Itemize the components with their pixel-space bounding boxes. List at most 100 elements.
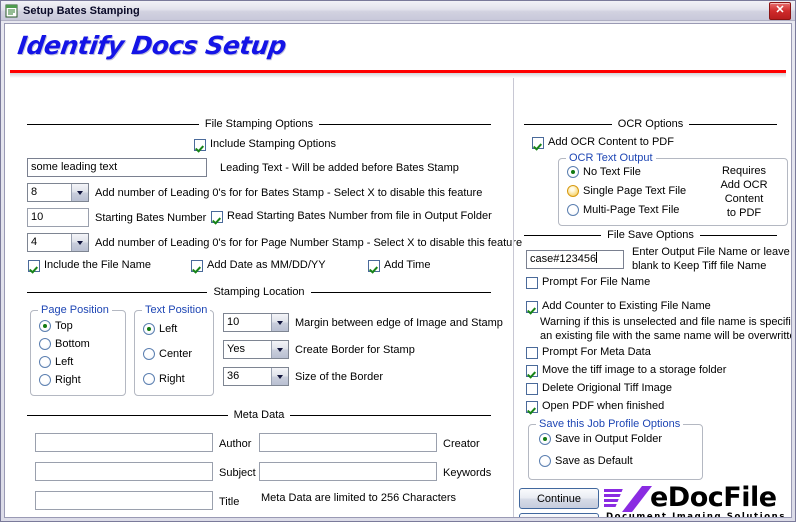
section-label: OCR Options [612, 118, 689, 130]
border-size-label: Size of the Border [295, 371, 383, 384]
include-file-name-row[interactable]: Include the File Name [28, 259, 151, 272]
radio-icon[interactable] [143, 348, 155, 360]
delete-tiff-row[interactable]: Delete Origional Tiff Image [526, 382, 672, 395]
radio-label: Right [159, 373, 185, 385]
section-label: File Save Options [601, 229, 700, 241]
margin-label: Margin between edge of Image and Stamp [295, 317, 503, 330]
read-starting-bates-label: Read Starting Bates Number from file in … [227, 210, 492, 223]
radio-icon[interactable] [39, 374, 51, 386]
add-ocr-content-checkbox[interactable] [532, 137, 544, 149]
radio-icon[interactable] [539, 433, 551, 445]
page-position-option-top[interactable]: Top [39, 320, 73, 332]
text-position-option-right[interactable]: Right [143, 373, 185, 385]
page-position-option-right[interactable]: Right [39, 374, 81, 386]
section-label: Meta Data [228, 409, 291, 421]
prompt-for-meta-data-label: Prompt For Meta Data [542, 346, 651, 359]
close-icon[interactable]: ✕ [769, 2, 791, 20]
add-time-row[interactable]: Add Time [368, 259, 430, 272]
job-profile-option-output-folder[interactable]: Save in Output Folder [539, 433, 662, 445]
chevron-down-icon[interactable] [71, 234, 88, 251]
text-position-option-left[interactable]: Left [143, 323, 177, 335]
read-starting-bates-checkbox[interactable] [211, 211, 223, 223]
page-title: Identify Docs Setup [16, 31, 288, 60]
rule-left [524, 124, 612, 125]
text-position-title: Text Position [142, 304, 210, 316]
include-stamping-options-checkbox[interactable] [194, 139, 206, 151]
subject-label: Subject [219, 467, 256, 480]
margin-select[interactable]: 10 [223, 313, 289, 332]
radio-icon[interactable] [567, 204, 579, 216]
radio-label: Right [55, 374, 81, 386]
ocr-output-option-single-page[interactable]: Single Page Text File [567, 185, 686, 197]
add-date-row[interactable]: Add Date as MM/DD/YY [191, 259, 326, 272]
ocr-output-option-no-text-file[interactable]: No Text File [567, 166, 641, 178]
section-ocr-options: OCR Options [524, 118, 777, 130]
ocr-note-line-1: Requires [704, 164, 784, 178]
add-date-checkbox[interactable] [191, 260, 203, 272]
radio-icon[interactable] [567, 185, 579, 197]
prompt-for-meta-data-row[interactable]: Prompt For Meta Data [526, 346, 651, 359]
prompt-for-meta-data-checkbox[interactable] [526, 347, 538, 359]
continue-button[interactable]: Continue [519, 488, 599, 509]
ocr-output-option-multi-page[interactable]: Multi-Page Text File [567, 204, 679, 216]
creator-input[interactable] [259, 433, 437, 452]
rule-right [311, 292, 491, 293]
leading-text-input[interactable]: some leading text [27, 158, 207, 177]
border-size-select[interactable]: 36 [223, 367, 289, 386]
page-position-option-left[interactable]: Left [39, 356, 73, 368]
job-profile-option-default[interactable]: Save as Default [539, 455, 633, 467]
keywords-input[interactable] [259, 462, 437, 481]
open-pdf-checkbox[interactable] [526, 401, 538, 413]
author-input[interactable] [35, 433, 213, 452]
radio-icon[interactable] [539, 455, 551, 467]
chevron-down-icon[interactable] [271, 314, 288, 331]
client-area: Identify Docs Setup File Stamping Option… [4, 23, 792, 518]
include-file-name-label: Include the File Name [44, 259, 151, 272]
chevron-down-icon[interactable] [271, 341, 288, 358]
bates-leading-zeros-select[interactable]: 8 [27, 183, 89, 202]
move-tiff-label: Move the tiff image to a storage folder [542, 364, 726, 377]
radio-icon[interactable] [39, 338, 51, 350]
add-counter-checkbox[interactable] [526, 301, 538, 313]
prompt-for-file-name-row[interactable]: Prompt For File Name [526, 276, 650, 289]
page-leading-zeros-select[interactable]: 4 [27, 233, 89, 252]
radio-label: Save in Output Folder [555, 433, 662, 445]
prompt-for-file-name-checkbox[interactable] [526, 277, 538, 289]
radio-icon[interactable] [39, 356, 51, 368]
read-starting-bates-row[interactable]: Read Starting Bates Number from file in … [211, 210, 492, 223]
section-file-save-options: File Save Options [524, 229, 777, 241]
radio-label: Top [55, 320, 73, 332]
add-time-checkbox[interactable] [368, 260, 380, 272]
edocfile-logo-name: eDocFile [650, 484, 786, 511]
radio-icon[interactable] [143, 373, 155, 385]
section-file-stamping-options: File Stamping Options [27, 118, 491, 130]
radio-icon[interactable] [143, 323, 155, 335]
radio-label: Left [55, 356, 73, 368]
delete-tiff-label: Delete Origional Tiff Image [542, 382, 672, 395]
subject-input[interactable] [35, 462, 213, 481]
edocfile-logo-tagline: Document Imaging Solutions [606, 512, 786, 518]
output-file-name-label-2: blank to Keep Tiff file Name [632, 260, 766, 273]
radio-icon[interactable] [567, 166, 579, 178]
chevron-down-icon[interactable] [71, 184, 88, 201]
create-border-select[interactable]: Yes [223, 340, 289, 359]
radio-icon[interactable] [39, 320, 51, 332]
include-file-name-checkbox[interactable] [28, 260, 40, 272]
title-input[interactable] [35, 491, 213, 510]
rule-right [290, 415, 491, 416]
move-tiff-row[interactable]: Move the tiff image to a storage folder [526, 364, 726, 377]
add-ocr-content-row[interactable]: Add OCR Content to PDF [532, 136, 674, 149]
include-stamping-options-row[interactable]: Include Stamping Options [194, 138, 336, 151]
radio-label: Multi-Page Text File [583, 204, 679, 216]
text-position-option-center[interactable]: Center [143, 348, 192, 360]
move-tiff-checkbox[interactable] [526, 365, 538, 377]
starting-bates-input[interactable]: 10 [27, 208, 89, 227]
add-counter-row[interactable]: Add Counter to Existing File Name [526, 300, 711, 313]
delete-tiff-checkbox[interactable] [526, 383, 538, 395]
output-file-name-input[interactable]: case#123456 [526, 250, 624, 269]
chevron-down-icon[interactable] [271, 368, 288, 385]
leading-text-label: Leading Text - Will be added before Bate… [220, 162, 459, 175]
page-position-option-bottom[interactable]: Bottom [39, 338, 90, 350]
exit-button[interactable]: Exit [519, 513, 599, 518]
open-pdf-row[interactable]: Open PDF when finished [526, 400, 664, 413]
